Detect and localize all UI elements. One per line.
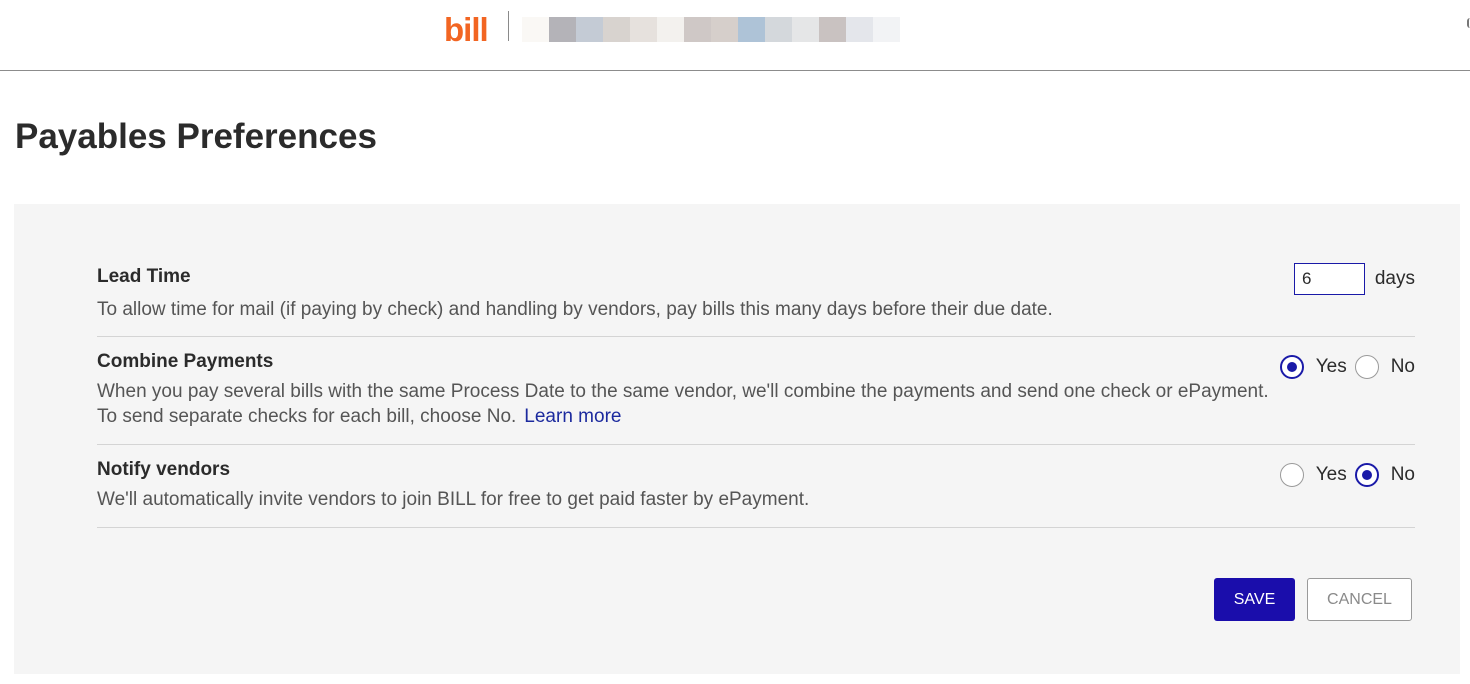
notify-vendors-title: Notify vendors xyxy=(97,459,231,480)
cancel-button[interactable]: CANCEL xyxy=(1307,578,1412,621)
days-unit-label: days xyxy=(1374,268,1415,289)
notify-vendors-yes-label: Yes xyxy=(1315,464,1347,485)
save-button[interactable]: SAVE xyxy=(1214,578,1295,621)
top-header: bill xyxy=(0,0,1470,71)
radio-unchecked-icon[interactable] xyxy=(1354,355,1379,379)
notify-vendors-yes-option[interactable]: Yes xyxy=(1279,463,1347,487)
redacted-block xyxy=(819,17,846,42)
redacted-block xyxy=(549,17,576,42)
combine-payments-description: When you pay several bills with the same… xyxy=(97,381,1269,402)
page-title: Payables Preferences xyxy=(15,117,377,156)
lead-time-days-input[interactable] xyxy=(1294,263,1365,295)
redacted-block xyxy=(603,17,630,42)
combine-payments-yes-label: Yes xyxy=(1315,356,1347,377)
combine-payments-yes-option[interactable]: Yes xyxy=(1279,355,1347,379)
company-name-redacted xyxy=(522,17,900,42)
combine-payments-radio-group: Yes No xyxy=(1279,355,1415,379)
combine-payments-title: Combine Payments xyxy=(97,351,274,372)
bill-logo[interactable]: bill xyxy=(444,10,489,50)
radio-unchecked-icon[interactable] xyxy=(1279,463,1304,487)
notify-vendors-row: Notify vendors We'll automatically invit… xyxy=(97,445,1415,528)
combine-payments-no-option[interactable]: No xyxy=(1354,355,1415,379)
notify-vendors-description: We'll automatically invite vendors to jo… xyxy=(97,489,810,510)
lead-time-row: Lead Time To allow time for mail (if pay… xyxy=(97,262,1415,337)
redacted-block xyxy=(576,17,603,42)
combine-payments-description-line2: To send separate checks for each bill, c… xyxy=(97,404,621,429)
notify-vendors-radio-group: Yes No xyxy=(1279,463,1415,487)
redacted-block xyxy=(684,17,711,42)
notify-vendors-no-label: No xyxy=(1390,464,1415,485)
radio-checked-icon[interactable] xyxy=(1354,463,1379,487)
redacted-block xyxy=(522,17,549,42)
redacted-block xyxy=(630,17,657,42)
redacted-block xyxy=(765,17,792,42)
header-divider xyxy=(508,11,509,41)
notify-vendors-no-option[interactable]: No xyxy=(1354,463,1415,487)
combine-payments-separate-text: To send separate checks for each bill, c… xyxy=(97,406,517,427)
redacted-block xyxy=(792,17,819,42)
lead-time-title: Lead Time xyxy=(97,266,191,287)
learn-more-link[interactable]: Learn more xyxy=(524,406,621,427)
preferences-panel: Lead Time To allow time for mail (if pay… xyxy=(14,204,1460,674)
combine-payments-no-label: No xyxy=(1390,356,1415,377)
radio-checked-icon[interactable] xyxy=(1279,355,1304,379)
lead-time-description: To allow time for mail (if paying by che… xyxy=(97,299,1053,320)
redacted-block xyxy=(873,17,900,42)
combine-payments-row: Combine Payments When you pay several bi… xyxy=(97,337,1415,445)
redacted-block xyxy=(657,17,684,42)
redacted-block xyxy=(711,17,738,42)
redacted-block xyxy=(738,17,765,42)
redacted-block xyxy=(846,17,873,42)
